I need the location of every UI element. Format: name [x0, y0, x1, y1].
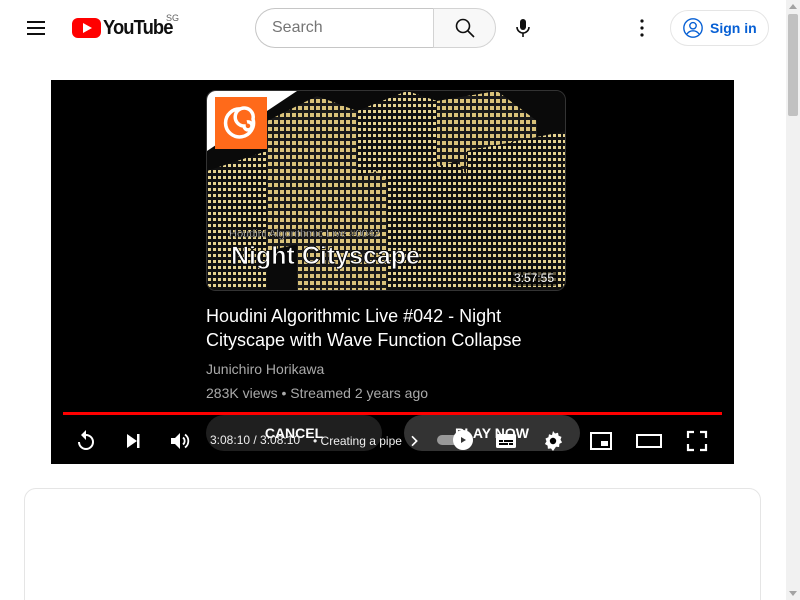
next-video-meta: 283K views • Streamed 2 years ago: [206, 385, 429, 401]
thumbnail-title-text: Night Cityscape: [231, 242, 420, 270]
next-icon: [127, 434, 140, 448]
video-player[interactable]: Houdini Algorithmic Live #0042 Night Cit…: [51, 80, 734, 464]
next-video-title[interactable]: Houdini Algorithmic Live #042 - Night Ci…: [206, 304, 546, 352]
subtitles-icon: [496, 434, 516, 448]
theater-mode-button[interactable]: [634, 426, 664, 456]
miniplayer-icon: [590, 432, 612, 450]
youtube-logo[interactable]: YouTube: [72, 17, 179, 39]
mic-icon: [516, 19, 530, 37]
voice-search-button[interactable]: [503, 8, 543, 48]
replay-icon: [78, 430, 94, 450]
sign-in-button[interactable]: Sign in: [670, 10, 769, 46]
more-vert-icon: [640, 19, 644, 37]
logo-text: YouTube: [103, 16, 173, 39]
cityscape-thumbnail-image: Houdini Algorithmic Live #0042 Night Cit…: [207, 91, 565, 290]
video-duration: 3:57:55: [510, 270, 557, 286]
sign-in-label: Sign in: [710, 20, 757, 36]
autoplay-endscreen: Houdini Algorithmic Live #0042 Night Cit…: [206, 90, 566, 401]
next-video-channel: Junichiro Horikawa: [206, 361, 325, 377]
chapter-label: • Creating a pipe: [313, 434, 402, 448]
page-scrollbar[interactable]: [786, 0, 800, 600]
volume-icon: [171, 433, 190, 449]
below-player-card: [24, 488, 761, 600]
mute-button[interactable]: [165, 426, 195, 456]
region-code: SG: [166, 13, 180, 23]
scroll-up-arrow[interactable]: [789, 4, 797, 9]
menu-icon[interactable]: [24, 16, 48, 40]
chevron-right-icon: [411, 435, 418, 447]
autoplay-knob: [453, 430, 473, 450]
next-video-thumbnail[interactable]: Houdini Algorithmic Live #0042 Night Cit…: [206, 90, 566, 291]
miniplayer-button[interactable]: [586, 426, 616, 456]
search-bar: [255, 8, 496, 48]
youtube-play-icon: [72, 18, 101, 38]
player-controls: 3:08:10 / 3:08:10 • Creating a pipe: [51, 420, 734, 460]
search-input[interactable]: [272, 19, 422, 37]
scrollbar-thumb[interactable]: [788, 14, 798, 116]
time-display: 3:08:10 / 3:08:10: [210, 433, 301, 447]
subtitles-button[interactable]: [491, 426, 521, 456]
replay-button[interactable]: [71, 426, 101, 456]
search-box[interactable]: [255, 8, 433, 48]
next-button[interactable]: [118, 426, 148, 456]
fullscreen-icon: [686, 430, 708, 452]
play-icon: [461, 437, 466, 443]
settings-icon: [544, 431, 563, 451]
settings-button[interactable]: [538, 426, 568, 456]
fullscreen-button[interactable]: [682, 426, 712, 456]
settings-menu-button[interactable]: [626, 12, 658, 44]
search-button[interactable]: [433, 8, 496, 48]
account-icon: [683, 18, 703, 38]
search-icon: [455, 18, 475, 38]
autoplay-toggle[interactable]: [437, 430, 473, 450]
progress-bar[interactable]: [63, 412, 722, 415]
chapter-title[interactable]: • Creating a pipe: [313, 433, 422, 449]
masthead: YouTube SG Sign in: [0, 0, 786, 56]
thumbnail-series-text: Houdini Algorithmic Live #0042: [229, 228, 380, 240]
scroll-down-arrow[interactable]: [789, 591, 797, 596]
theater-icon: [636, 434, 662, 448]
houdini-logo: [215, 97, 267, 149]
